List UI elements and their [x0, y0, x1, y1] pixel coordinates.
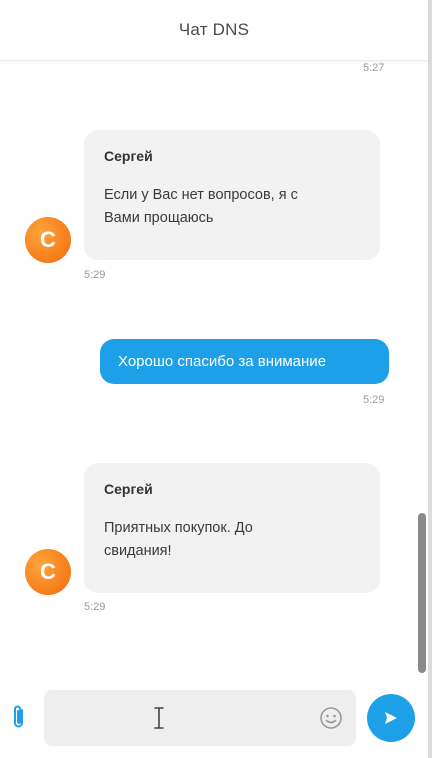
message-composer	[0, 678, 428, 758]
incoming-message-bubble: Сергей Приятных покупок. До свидания!	[84, 463, 380, 593]
window-edge	[428, 0, 432, 758]
avatar-letter: С	[40, 227, 56, 252]
text-cursor-icon	[154, 707, 164, 729]
chat-title: Чат DNS	[178, 20, 250, 39]
message-sender: Сергей	[104, 481, 153, 497]
message-time: 5:27	[363, 62, 385, 74]
message-input[interactable]	[56, 690, 310, 748]
message-time: 5:29	[84, 601, 106, 613]
paperclip-icon-graphic	[14, 705, 23, 728]
message-list[interactable]: 5:27 С Сергей Если у Вас нет вопросов, я…	[0, 60, 428, 678]
incoming-message-bubble: Сергей Если у Вас нет вопросов, я с Вами…	[84, 130, 380, 260]
message-text-line: свидания!	[104, 543, 172, 559]
message-sender: Сергей	[104, 148, 153, 164]
paperclip-icon[interactable]	[6, 702, 32, 732]
message-text-line: Если у Вас нет вопросов, я с	[104, 187, 298, 203]
avatar: С	[25, 217, 71, 263]
smiley-icon[interactable]	[319, 706, 343, 730]
send-button[interactable]	[367, 694, 415, 742]
scrollbar-thumb[interactable]	[418, 513, 426, 673]
message-input-field[interactable]	[44, 690, 356, 748]
message-text: Хорошо спасибо за внимание	[118, 353, 327, 370]
message-text-line: Вами прощаюсь	[104, 210, 214, 226]
send-icon	[385, 712, 397, 724]
message-text-line: Приятных покупок. До	[104, 520, 253, 536]
message-time: 5:29	[84, 269, 106, 281]
avatar: С	[25, 549, 71, 595]
avatar-letter: С	[40, 559, 56, 584]
chat-header: Чат DNS	[0, 0, 428, 61]
chat-window: Чат DNS 5:27 С Сергей Если у Вас нет воп…	[0, 0, 432, 758]
message-time: 5:29	[363, 394, 385, 406]
outgoing-message-bubble: Хорошо спасибо за внимание	[100, 339, 389, 384]
